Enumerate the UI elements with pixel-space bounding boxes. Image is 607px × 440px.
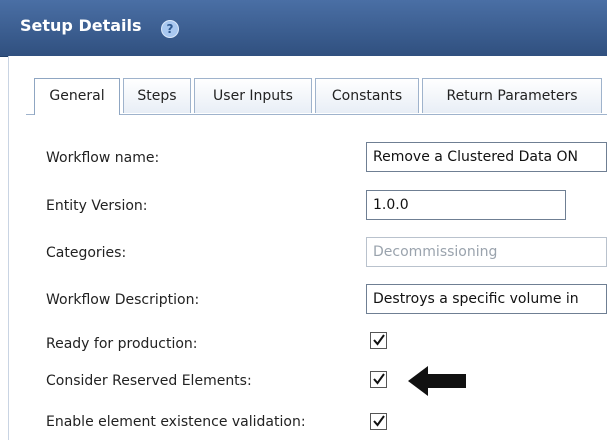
tab-bar: General Steps User Inputs Constants Retu… [26, 78, 607, 115]
checkmark-icon [373, 334, 385, 346]
ready-for-production-label: Ready for production: [46, 336, 198, 352]
tab-steps[interactable]: Steps [123, 78, 191, 113]
ready-for-production-checkbox[interactable] [370, 332, 387, 349]
enable-element-existence-validation-label: Enable element existence validation: [46, 414, 306, 430]
workflow-name-label: Workflow name: [46, 150, 160, 166]
consider-reserved-elements-checkbox[interactable] [370, 371, 387, 388]
left-arrow-icon [408, 366, 466, 396]
workflow-description-label: Workflow Description: [46, 292, 200, 308]
entity-version-field[interactable]: 1.0.0 [366, 190, 566, 220]
tab-constants[interactable]: Constants [315, 78, 419, 113]
checkmark-icon [373, 373, 385, 385]
help-question-icon[interactable]: ? [161, 20, 179, 38]
page-title: Setup Details [20, 16, 142, 35]
categories-field[interactable]: Decommissioning [366, 237, 607, 267]
categories-label: Categories: [46, 245, 127, 261]
workflow-name-field[interactable]: Remove a Clustered Data ON [366, 142, 607, 172]
tab-return-parameters[interactable]: Return Parameters [422, 78, 602, 113]
setup-details-header: Setup Details ? [0, 0, 607, 57]
enable-element-existence-validation-checkbox[interactable] [370, 413, 387, 430]
consider-reserved-elements-label: Consider Reserved Elements: [46, 373, 252, 389]
entity-version-label: Entity Version: [46, 198, 148, 214]
workflow-description-field[interactable]: Destroys a specific volume in [366, 284, 607, 314]
tab-user-inputs[interactable]: User Inputs [194, 78, 312, 113]
checkmark-icon [373, 415, 385, 427]
tab-general[interactable]: General [34, 78, 120, 115]
